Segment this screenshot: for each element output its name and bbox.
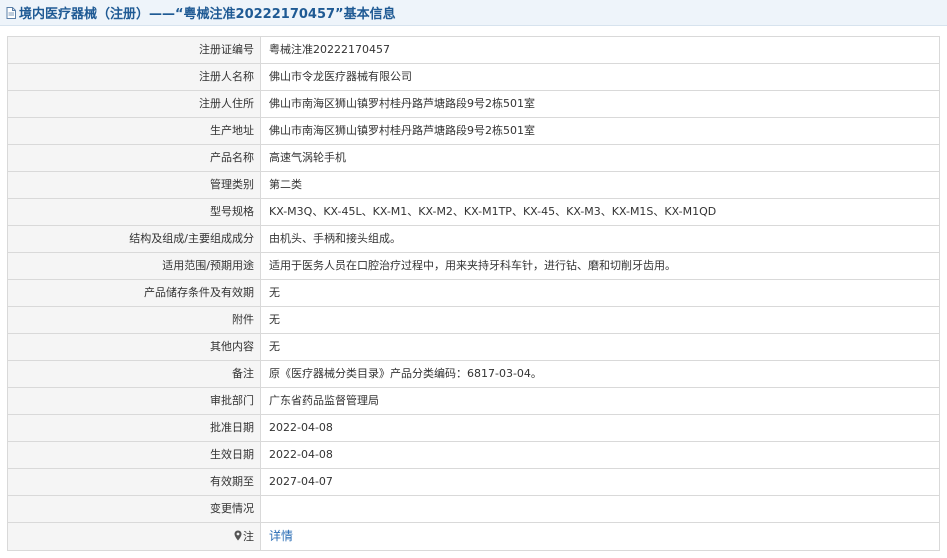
table-row: 适用范围/预期用途 适用于医务人员在口腔治疗过程中，用来夹持牙科车针，进行钻、磨和…	[7, 252, 940, 280]
field-value: KX-M3Q、KX-45L、KX-M1、KX-M2、KX-M1TP、KX-45、…	[260, 198, 940, 226]
field-label: 批准日期	[7, 414, 261, 442]
table-row: 注册证编号 粤械注准20222170457	[7, 36, 940, 64]
field-label: 适用范围/预期用途	[7, 252, 261, 280]
info-table-container: 注册证编号 粤械注准20222170457 注册人名称 佛山市令龙医疗器械有限公司 注册…	[7, 36, 940, 551]
info-table-body: 注册证编号 粤械注准20222170457 注册人名称 佛山市令龙医疗器械有限公司 注册…	[7, 36, 940, 551]
table-row: 其他内容无	[7, 333, 940, 361]
table-row: 变更情况	[7, 495, 940, 523]
field-value: 无	[260, 306, 940, 334]
field-label: 型号规格	[7, 198, 261, 226]
field-value: 高速气涡轮手机	[260, 144, 940, 172]
field-label: 变更情况	[7, 495, 261, 523]
field-label: 其他内容	[7, 333, 261, 361]
field-value: 2027-04-07	[260, 468, 940, 496]
table-row: 型号规格 KX-M3Q、KX-45L、KX-M1、KX-M2、KX-M1TP、KX…	[7, 198, 940, 226]
field-value: 粤械注准20222170457	[260, 36, 940, 64]
table-row: 生产地址 佛山市南海区狮山镇罗村桂丹路芦塘路段9号2栋501室	[7, 117, 940, 145]
field-value: 由机头、手柄和接头组成。	[260, 225, 940, 253]
field-label: 审批部门	[7, 387, 261, 415]
table-row: 结构及组成/主要组成成分 由机头、手柄和接头组成。	[7, 225, 940, 253]
info-table: 注册证编号 粤械注准20222170457 注册人名称 佛山市令龙医疗器械有限公司 注册…	[7, 36, 940, 551]
table-row: 产品名称 高速气涡轮手机	[7, 144, 940, 172]
field-label: 有效期至	[7, 468, 261, 496]
field-value: 第二类	[260, 171, 940, 199]
table-row: 有效期至 2027-04-07	[7, 468, 940, 496]
field-label: 结构及组成/主要组成成分	[7, 225, 261, 253]
table-row: 附件无	[7, 306, 940, 334]
field-value: 无	[260, 279, 940, 307]
page-title: 境内医疗器械（注册）——“粤械注准20222170457”基本信息	[19, 7, 396, 22]
field-value: 无	[260, 333, 940, 361]
field-label: 生效日期	[7, 441, 261, 469]
note-label-cell: 注	[7, 522, 261, 551]
table-row: 备注 原《医疗器械分类目录》产品分类编码：6817-03-04。	[7, 360, 940, 388]
field-value: 适用于医务人员在口腔治疗过程中，用来夹持牙科车针，进行钻、磨和切削牙齿用。	[260, 252, 940, 280]
field-label: 备注	[7, 360, 261, 388]
document-icon	[6, 6, 16, 19]
field-label: 产品名称	[7, 144, 261, 172]
details-link[interactable]: 详情	[269, 529, 293, 543]
field-label: 注册人名称	[7, 63, 261, 91]
field-label: 生产地址	[7, 117, 261, 145]
table-row: 注册人名称 佛山市令龙医疗器械有限公司	[7, 63, 940, 91]
field-label: 注册人住所	[7, 90, 261, 118]
field-value: 2022-04-08	[260, 414, 940, 442]
field-value: 广东省药品监督管理局	[260, 387, 940, 415]
field-value	[260, 495, 940, 523]
field-label: 管理类别	[7, 171, 261, 199]
note-label: 注	[243, 529, 254, 543]
field-value: 原《医疗器械分类目录》产品分类编码：6817-03-04。	[260, 360, 940, 388]
note-row: 注 详情	[7, 522, 940, 551]
table-row: 注册人住所 佛山市南海区狮山镇罗村桂丹路芦塘路段9号2栋501室	[7, 90, 940, 118]
field-label: 产品储存条件及有效期	[7, 279, 261, 307]
field-label: 附件	[7, 306, 261, 334]
field-value: 佛山市南海区狮山镇罗村桂丹路芦塘路段9号2栋501室	[260, 90, 940, 118]
page-header: 境内医疗器械（注册）——“粤械注准20222170457”基本信息	[0, 0, 947, 26]
note-value-cell: 详情	[260, 522, 940, 551]
field-label: 注册证编号	[7, 36, 261, 64]
table-row: 管理类别 第二类	[7, 171, 940, 199]
field-value: 佛山市令龙医疗器械有限公司	[260, 63, 940, 91]
table-row: 批准日期 2022-04-08	[7, 414, 940, 442]
location-pin-icon	[234, 530, 242, 540]
table-row: 审批部门 广东省药品监督管理局	[7, 387, 940, 415]
field-value: 佛山市南海区狮山镇罗村桂丹路芦塘路段9号2栋501室	[260, 117, 940, 145]
field-value: 2022-04-08	[260, 441, 940, 469]
table-row: 生效日期 2022-04-08	[7, 441, 940, 469]
table-row: 产品储存条件及有效期无	[7, 279, 940, 307]
